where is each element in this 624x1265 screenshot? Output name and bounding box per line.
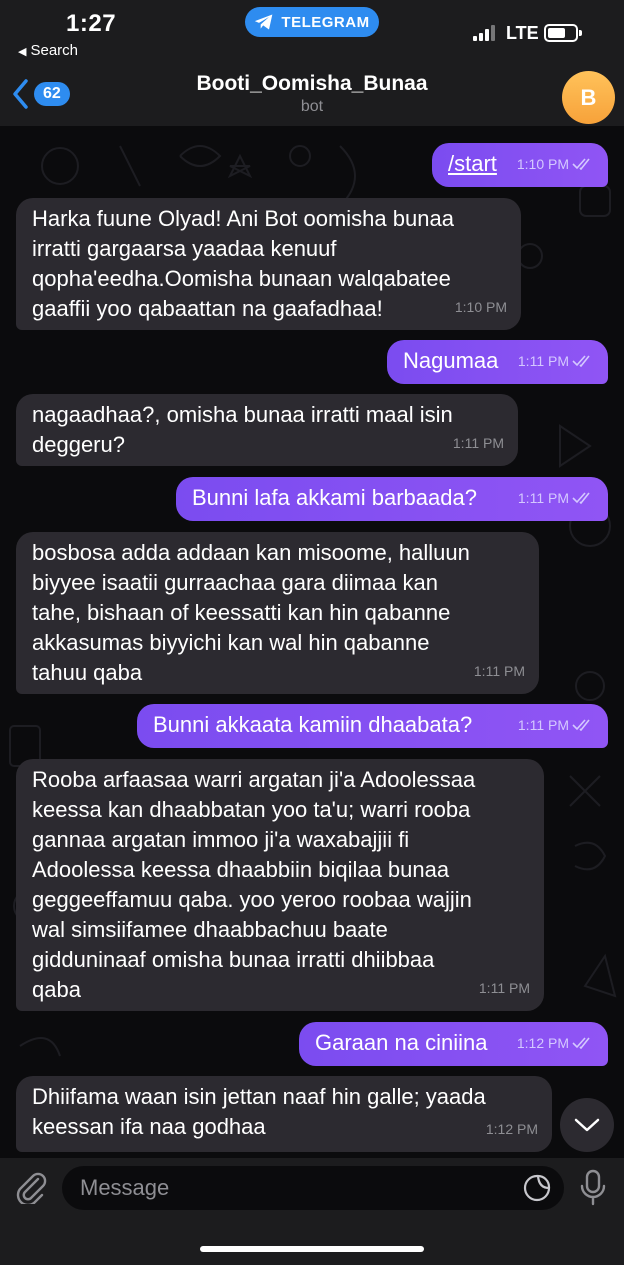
chat-history[interactable]: /start 1:10 PM Harka fuune Olyad! Ani Bo… [0, 126, 624, 1158]
double-check-icon [572, 355, 590, 367]
scroll-to-bottom-button[interactable] [560, 1098, 614, 1152]
double-check-icon [572, 1037, 590, 1049]
double-check-icon [572, 492, 590, 504]
message-meta: 1:11 PM [479, 973, 530, 1003]
message-incoming[interactable]: nagaadhaa?, omisha bunaa irratti maal is… [16, 394, 518, 466]
status-bar: 1:27 ◀ Search TELEGRAM LTE [0, 0, 624, 66]
network-type: LTE [506, 23, 539, 43]
paperclip-icon [16, 1172, 47, 1207]
battery-icon [544, 24, 582, 42]
message-meta: 1:11 PM [518, 710, 594, 740]
double-check-icon [572, 719, 590, 731]
message-text: bosbosa adda addaan kan misoome, halluun… [32, 540, 470, 685]
message-time: 1:11 PM [517, 490, 569, 506]
message-outgoing[interactable]: Bunni akkaata kamiin dhaabata? 1:11 PM [137, 704, 608, 748]
home-indicator[interactable] [200, 1246, 424, 1252]
chevron-down-icon [574, 1118, 600, 1132]
message-meta: 1:10 PM [517, 149, 594, 179]
clock: 1:27 [66, 10, 117, 37]
message-text: nagaadhaa?, omisha bunaa irratti maal is… [32, 402, 453, 457]
message-text: Harka fuune Olyad! Ani Bot oomisha bunaa… [32, 206, 454, 321]
avatar[interactable]: B [562, 71, 615, 124]
message-outgoing[interactable]: /start 1:10 PM [432, 143, 608, 187]
double-check-icon [572, 158, 590, 170]
telegram-call-pill[interactable]: TELEGRAM [245, 7, 379, 37]
back-to-search-label: Search [30, 42, 78, 59]
message-meta: 1:11 PM [518, 483, 594, 513]
chat-header: 62 Booti_Oomisha_Bunaa bot B [0, 66, 624, 126]
message-outgoing[interactable]: Garaan na ciniina 1:12 PM [299, 1022, 608, 1066]
signal-strength-icon [473, 25, 497, 41]
telegram-logo-icon [255, 14, 273, 30]
message-outgoing[interactable]: Nagumaa 1:11 PM [387, 340, 608, 384]
attach-button[interactable] [14, 1170, 48, 1209]
message-time: 1:12 PM [485, 1121, 538, 1137]
message-incoming[interactable]: Dhiifama waan isin jettan naaf hin galle… [16, 1076, 552, 1152]
back-to-search-link[interactable]: ◀ Search [18, 42, 78, 59]
back-triangle-icon: ◀ [18, 46, 27, 58]
chat-subtitle: bot [300, 98, 324, 115]
message-meta: 1:11 PM [453, 428, 504, 458]
message-time: 1:10 PM [516, 156, 569, 172]
message-incoming[interactable]: Rooba arfaasaa warri argatan ji'a Adoole… [16, 759, 544, 1011]
sticker-icon [523, 1174, 551, 1202]
message-time: 1:12 PM [516, 1035, 569, 1051]
message-incoming[interactable]: Harka fuune Olyad! Ani Bot oomisha bunaa… [16, 198, 521, 330]
message-meta: 1:12 PM [517, 1028, 594, 1058]
message-text: Rooba arfaasaa warri argatan ji'a Adoole… [32, 767, 476, 1002]
voice-message-button[interactable] [576, 1168, 610, 1211]
message-input-container [62, 1166, 564, 1210]
sticker-button[interactable] [522, 1173, 552, 1208]
message-time: 1:11 PM [478, 980, 530, 996]
message-time: 1:10 PM [454, 299, 507, 315]
message-meta: 1:12 PM [486, 1114, 538, 1144]
message-time: 1:11 PM [473, 663, 525, 679]
message-meta: 1:11 PM [474, 656, 525, 686]
message-input[interactable] [80, 1166, 500, 1210]
chat-title[interactable]: Booti_Oomisha_Bunaa [0, 72, 624, 96]
message-time: 1:11 PM [517, 353, 569, 369]
message-time: 1:11 PM [452, 435, 504, 451]
message-outgoing[interactable]: Bunni lafa akkami barbaada? 1:11 PM [176, 477, 608, 521]
message-time: 1:11 PM [517, 717, 569, 733]
telegram-pill-label: TELEGRAM [281, 13, 370, 31]
message-meta: 1:11 PM [518, 346, 594, 376]
message-incoming[interactable]: bosbosa adda addaan kan misoome, halluun… [16, 532, 539, 694]
microphone-icon [580, 1169, 606, 1206]
message-meta: 1:10 PM [455, 292, 507, 322]
message-text: Dhiifama waan isin jettan naaf hin galle… [32, 1084, 486, 1139]
message-composer [0, 1158, 624, 1265]
